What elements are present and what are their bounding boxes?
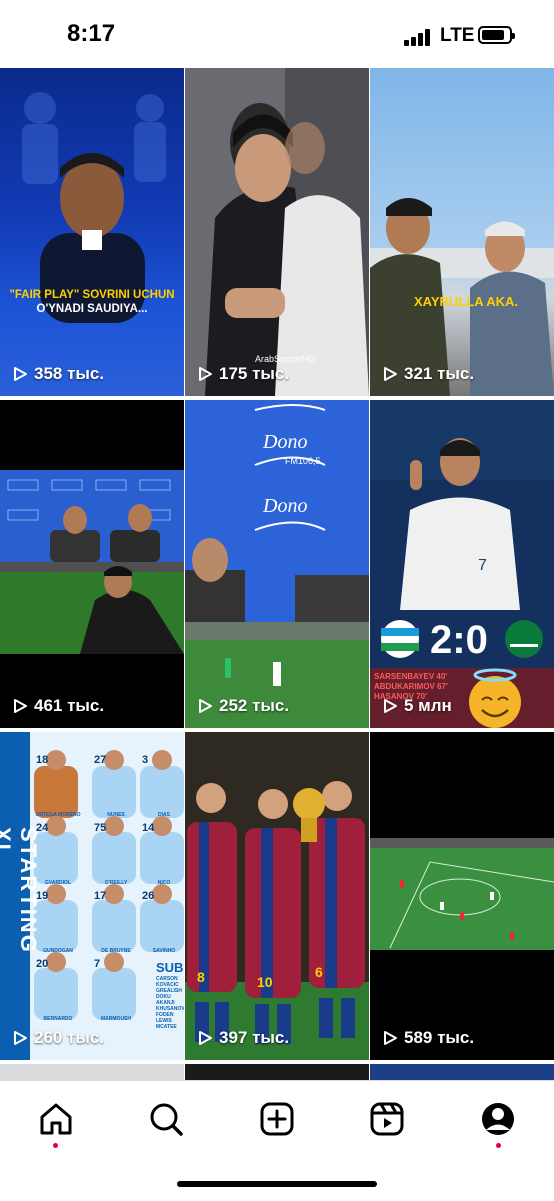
play-icon (199, 1031, 212, 1045)
player-number: 18 (36, 754, 49, 766)
tile-thumbnail: 8 10 6 (185, 732, 369, 1060)
search-icon[interactable] (146, 1099, 186, 1139)
view-count: 252 тыс. (197, 696, 289, 716)
grid-tile[interactable]: "FAIR PLAY" SOVRINI UCHUN O'YNADI SAUDIY… (0, 68, 184, 396)
player-number: 26 (142, 890, 155, 902)
grid-tile[interactable]: XAYRULLA AKA. 321 тыс. (370, 68, 554, 396)
player-tag: 18 ORTEGA MORENO (34, 754, 82, 818)
logo-subtext: FM106,5 (285, 456, 321, 466)
status-bar: 8:17 LTE (0, 0, 554, 68)
logo-text: Dono (262, 431, 307, 453)
subs-title: SUBS (156, 960, 184, 975)
player-tag: 17 DE BRUYNE (92, 890, 140, 954)
view-count: 260 тыс. (12, 1028, 104, 1048)
svg-text:8: 8 (197, 969, 205, 985)
signal-icon (404, 28, 434, 46)
status-time: 8:17 (67, 20, 116, 47)
view-count: 397 тыс. (197, 1028, 289, 1048)
match-score: 2:0 (430, 618, 488, 662)
player-tag: 27 NUNES (92, 754, 140, 818)
tile-thumbnail (370, 198, 554, 396)
profile-icon[interactable] (478, 1099, 518, 1139)
player-name: MARMOUSH (101, 1016, 131, 1022)
view-count: 461 тыс. (12, 696, 104, 716)
reels-icon[interactable] (367, 1099, 407, 1139)
player-tag: 24 GVARDIOL (34, 822, 82, 886)
player-number: 24 (36, 822, 49, 834)
player-number: 75 (94, 822, 107, 834)
play-icon (199, 699, 212, 713)
view-count: 358 тыс. (12, 364, 104, 384)
tile-thumbnail (0, 470, 184, 654)
player-name: DIAS (158, 812, 170, 818)
grid-tile[interactable]: STARTING XI SUBS CARSONKOVACICGREALISHDO… (0, 732, 184, 1060)
grid-tile[interactable] (0, 1064, 184, 1080)
play-icon (384, 699, 397, 713)
player-name: BERNARDO (43, 1016, 73, 1022)
player-number: 27 (94, 754, 107, 766)
play-icon (14, 367, 27, 381)
player-number: 7 (94, 958, 101, 970)
player-name: NUNES (107, 812, 125, 818)
player-name: SAVINHO (152, 948, 176, 954)
home-active-dot (53, 1143, 58, 1148)
tile-caption: XAYRULLA AKA. (414, 294, 519, 309)
tile-caption: O'YNADI SAUDIYA... (36, 303, 148, 315)
grid-tile[interactable]: 589 тыс. (370, 732, 554, 1060)
tile-caption: "FAIR PLAY" SOVRINI UCHUN (9, 289, 175, 301)
tile-thumbnail (185, 68, 369, 396)
grid-tile[interactable]: 461 тыс. (0, 400, 184, 728)
svg-text:10: 10 (257, 974, 273, 990)
grid-tile[interactable]: ArabSoccerHD 175 тыс. (185, 68, 369, 396)
player-tag: 7 MARMOUSH (92, 958, 140, 1022)
player-number: 17 (94, 890, 107, 902)
home-icon[interactable] (36, 1099, 76, 1139)
player-tag: 75 O'REILLY (92, 822, 140, 886)
tile-thumbnail: Dono Dono (185, 400, 369, 728)
player-name: ORTEGA MORENO (35, 812, 81, 818)
player-tag: 20 BERNARDO (34, 958, 82, 1022)
play-icon (199, 367, 212, 381)
player-name: GVARDIOL (44, 880, 72, 886)
player-tag: 19 GUNDOGAN (34, 890, 82, 954)
create-icon[interactable] (257, 1099, 297, 1139)
play-icon (384, 1031, 397, 1045)
player-name: DE BRUYNE (101, 948, 131, 954)
view-count: 321 тыс. (382, 364, 474, 384)
grid-tile[interactable]: Dono Dono FM106,5 252 тыс. (185, 400, 369, 728)
reels-grid: "FAIR PLAY" SOVRINI UCHUN O'YNADI SAUDIY… (0, 68, 554, 1080)
view-count: 5 млн (382, 696, 452, 716)
player-number: 3 (142, 754, 149, 766)
play-icon (14, 699, 27, 713)
player-name: NICO (157, 880, 171, 886)
grid-tile[interactable]: 7 2:0 SARSENBAYEV 40' ABDUKARIMOV 67' HASA… (370, 400, 554, 728)
subs-list: CARSON KOVACIC GREALISH DOKU AKANJI KHUSANOV F… (156, 976, 184, 1030)
player-tag: 26 SAVINHO (140, 890, 184, 954)
battery-icon (478, 26, 515, 44)
svg-text:7: 7 (478, 557, 487, 574)
profile-notification-dot (496, 1143, 501, 1148)
grid-tile[interactable] (185, 1064, 369, 1080)
player-number: 14 (142, 822, 155, 834)
player-number: 20 (36, 958, 49, 970)
network-type: LTE (440, 25, 475, 46)
svg-text:Dono: Dono (262, 495, 307, 517)
tile-watermark: ArabSoccerHD (255, 354, 316, 364)
player-number: 19 (36, 890, 49, 902)
tile-thumbnail (22, 92, 166, 323)
grid-tile[interactable]: 8 10 6 397 тыс. (185, 732, 369, 1060)
play-icon (14, 1031, 27, 1045)
play-icon (384, 367, 397, 381)
player-tag: 14 NICO (140, 822, 184, 886)
svg-text:6: 6 (315, 964, 323, 980)
player-name: GUNDOGAN (43, 948, 73, 954)
view-count: 175 тыс. (197, 364, 289, 384)
player-name: O'REILLY (104, 880, 128, 886)
grid-tile[interactable] (370, 1064, 554, 1080)
sub-player: MCATEE (156, 1024, 177, 1030)
home-indicator (177, 1181, 377, 1187)
tile-thumbnail (370, 838, 554, 950)
player-tag: 3 DIAS (140, 754, 184, 818)
view-count: 589 тыс. (382, 1028, 474, 1048)
